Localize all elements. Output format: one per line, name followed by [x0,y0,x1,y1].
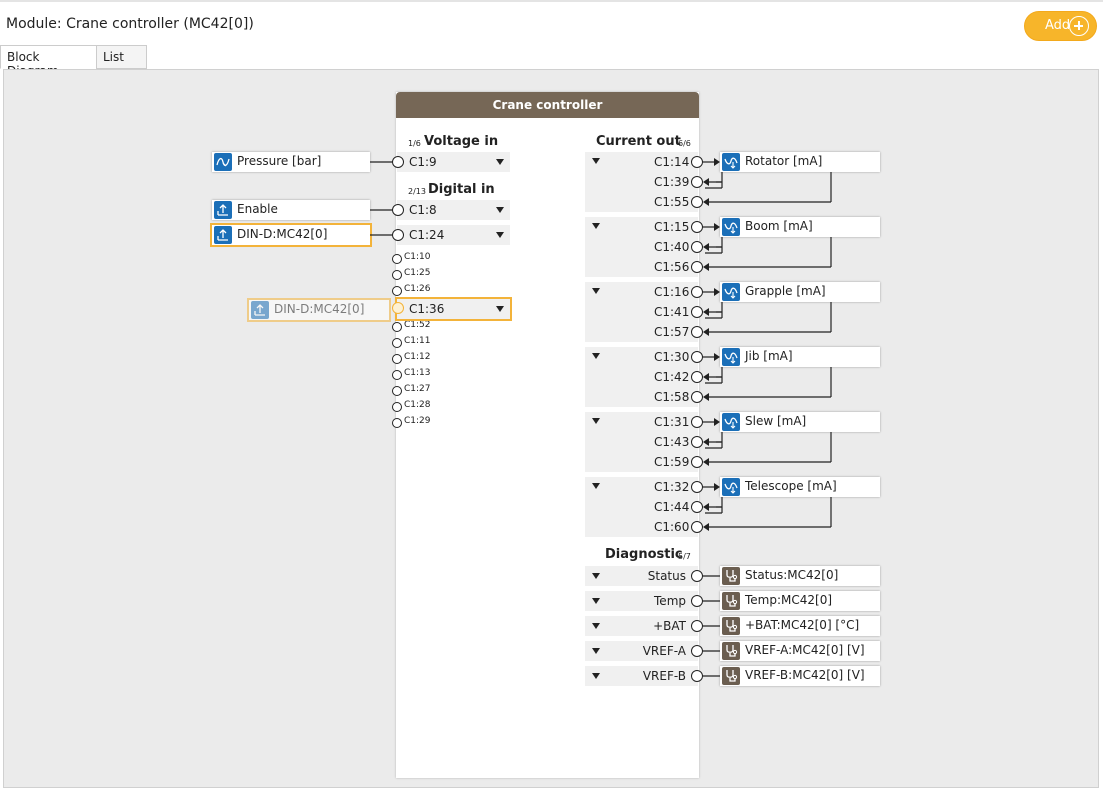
wire-arrowhead [714,158,720,166]
wire-arrowhead [703,523,709,531]
wire-arrowhead [714,483,720,491]
wire-arrowhead [703,503,709,511]
wire-arrowhead [714,288,720,296]
wire-arrowhead [703,243,709,251]
wire-arrowhead [714,418,720,426]
wire-arrowhead [703,263,709,271]
wire-arrowhead [703,178,709,186]
wire-arrowhead [714,223,720,231]
wire-arrowhead [703,198,709,206]
wire-arrowhead [703,438,709,446]
connection-wires [370,158,832,677]
wire-arrowhead [703,373,709,381]
wire-arrowhead [714,353,720,361]
wire-arrowhead [703,328,709,336]
wire-arrowhead [703,458,709,466]
wire-arrowhead [703,308,709,316]
wire-arrowhead [703,393,709,401]
